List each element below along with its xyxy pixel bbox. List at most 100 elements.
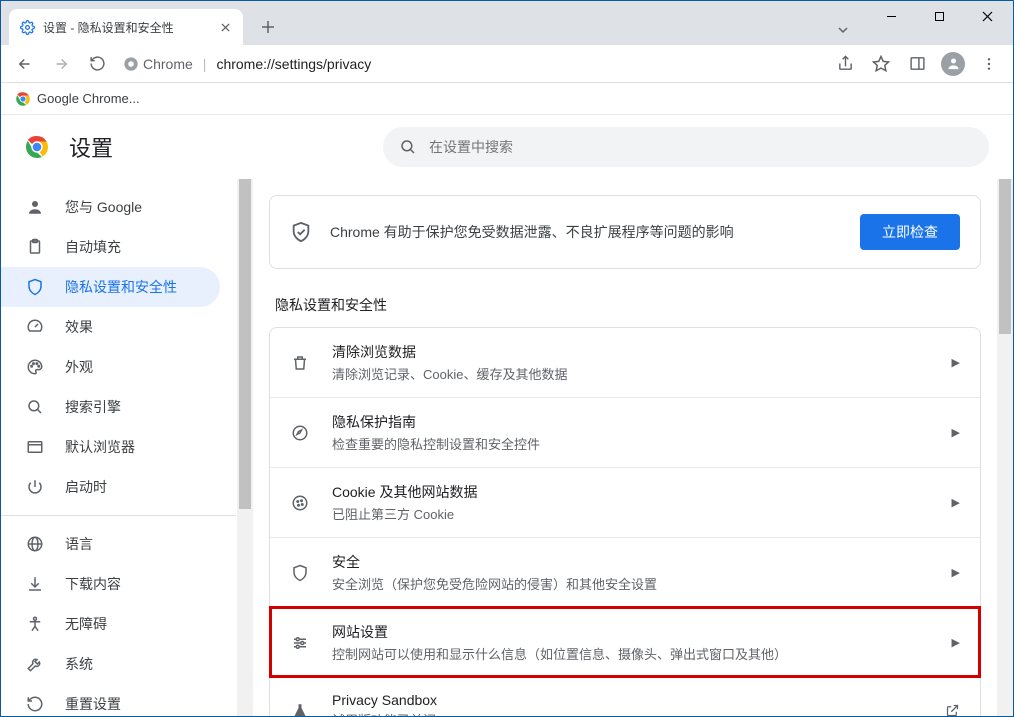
title-bar: 设置 - 隐私设置和安全性 (1, 1, 1013, 45)
window-controls (865, 1, 1013, 45)
shield-icon (25, 277, 45, 297)
forward-button[interactable] (47, 50, 75, 78)
new-tab-button[interactable] (253, 12, 283, 42)
sidebar-item-label: 语言 (65, 534, 93, 554)
window-maximize-button[interactable] (917, 1, 961, 31)
sidebar-item-search-engine[interactable]: 搜索引擎 (1, 387, 220, 427)
sidebar-item-label: 无障碍 (65, 614, 107, 634)
sidebar-item-accessibility[interactable]: 无障碍 (1, 604, 220, 644)
window-minimize-button[interactable] (869, 1, 913, 31)
sidebar-item-system[interactable]: 系统 (1, 644, 220, 684)
sidebar-item-label: 自动填充 (65, 237, 121, 257)
chrome-logo-icon (25, 135, 49, 159)
row-title: Privacy Sandbox (332, 692, 923, 708)
row-subtitle: 试用版功能已关闭 (332, 710, 923, 716)
row-subtitle: 控制网站可以使用和显示什么信息（如位置信息、摄像头、弹出式窗口及其他） (332, 644, 930, 663)
settings-header: 设置 (1, 115, 1013, 179)
addr-separator: | (203, 56, 207, 72)
sidebar-item-label: 系统 (65, 654, 93, 674)
tab-strip: 设置 - 隐私设置和安全性 (1, 1, 821, 45)
sidebar-item-privacy-security[interactable]: 隐私设置和安全性 (1, 267, 220, 307)
window-close-button[interactable] (965, 1, 1009, 31)
tab-close-icon[interactable] (217, 19, 233, 35)
shield-icon (290, 563, 310, 583)
browser-icon (25, 437, 45, 457)
menu-kebab-icon[interactable] (975, 50, 1003, 78)
palette-icon (25, 357, 45, 377)
search-icon (25, 397, 45, 417)
sidebar-item-autofill[interactable]: 自动填充 (1, 227, 220, 267)
sidebar-item-label: 隐私设置和安全性 (65, 277, 177, 297)
accessibility-icon (25, 614, 45, 634)
sidebar-item-performance[interactable]: 效果 (1, 307, 220, 347)
row-site-settings[interactable]: 网站设置控制网站可以使用和显示什么信息（如位置信息、摄像头、弹出式窗口及其他） … (270, 607, 980, 677)
row-subtitle: 安全浏览（保护您免受危险网站的侵害）和其他安全设置 (332, 574, 930, 593)
back-button[interactable] (11, 50, 39, 78)
sliders-icon (290, 633, 310, 653)
bookmarks-bar: Google Chrome... (1, 83, 1013, 115)
browser-tab[interactable]: 设置 - 隐私设置和安全性 (9, 9, 243, 45)
share-icon[interactable] (831, 50, 859, 78)
row-privacy-sandbox[interactable]: Privacy Sandbox 试用版功能已关闭 (270, 677, 980, 716)
sidebar-item-languages[interactable]: 语言 (1, 524, 220, 564)
row-subtitle: 已阻止第三方 Cookie (332, 504, 930, 523)
sidebar-item-label: 下载内容 (65, 574, 121, 594)
row-title: 安全 (332, 552, 930, 572)
bookmark-star-icon[interactable] (867, 50, 895, 78)
url-text: chrome://settings/privacy (216, 56, 371, 72)
cookie-icon (290, 493, 310, 513)
address-bar[interactable]: Chrome | chrome://settings/privacy (119, 56, 823, 72)
browser-toolbar: Chrome | chrome://settings/privacy (1, 45, 1013, 83)
scheme-label: Chrome (143, 56, 193, 72)
sidebar-item-reset[interactable]: 重置设置 (1, 684, 220, 716)
globe-icon (25, 534, 45, 554)
scrollbar-thumb[interactable] (999, 179, 1011, 334)
bookmark-item[interactable]: Google Chrome... (37, 91, 140, 106)
row-title: 网站设置 (332, 622, 930, 642)
settings-page: 设置 您与 Google 自动填充 隐私设置和安全性 效果 外观 搜索引擎 默认… (1, 115, 1013, 716)
row-title: 隐私保护指南 (332, 412, 930, 432)
row-subtitle: 检查重要的隐私控制设置和安全控件 (332, 434, 930, 453)
compass-icon (290, 423, 310, 443)
scrollbar-thumb[interactable] (239, 179, 251, 509)
wrench-icon (25, 654, 45, 674)
privacy-settings-list: 清除浏览数据清除浏览记录、Cookie、缓存及其他数据 ▶ 隐私保护指南检查重要… (269, 327, 981, 716)
flask-icon (290, 701, 310, 717)
tab-favicon-gear-icon (19, 19, 35, 35)
settings-search[interactable] (383, 127, 989, 167)
tab-overflow-icon[interactable] (821, 15, 865, 45)
search-icon (399, 138, 417, 156)
row-security[interactable]: 安全安全浏览（保护您免受危险网站的侵害）和其他安全设置 ▶ (270, 537, 980, 607)
settings-search-input[interactable] (429, 139, 973, 155)
sidebar-scrollbar[interactable] (237, 179, 253, 716)
sidebar-item-downloads[interactable]: 下载内容 (1, 564, 220, 604)
section-title-privacy: 隐私设置和安全性 (269, 287, 981, 327)
row-title: 清除浏览数据 (332, 342, 930, 362)
site-info-chrome-icon[interactable]: Chrome (123, 56, 193, 72)
row-privacy-guide[interactable]: 隐私保护指南检查重要的隐私控制设置和安全控件 ▶ (270, 397, 980, 467)
speedometer-icon (25, 317, 45, 337)
safety-check-button[interactable]: 立即检查 (860, 214, 960, 250)
external-link-icon (945, 703, 960, 716)
sidebar-item-default-browser[interactable]: 默认浏览器 (1, 427, 220, 467)
sidebar-item-label: 重置设置 (65, 694, 121, 714)
shield-check-icon (290, 221, 312, 243)
profile-avatar-icon[interactable] (939, 50, 967, 78)
settings-main: Chrome 有助于保护您免受数据泄露、不良扩展程序等问题的影响 立即检查 隐私… (253, 179, 1013, 716)
sidebar-divider (1, 515, 236, 516)
power-icon (25, 477, 45, 497)
sidebar-item-label: 启动时 (65, 477, 107, 497)
side-panel-icon[interactable] (903, 50, 931, 78)
row-cookies[interactable]: Cookie 及其他网站数据已阻止第三方 Cookie ▶ (270, 467, 980, 537)
row-subtitle: 清除浏览记录、Cookie、缓存及其他数据 (332, 364, 930, 383)
reload-button[interactable] (83, 50, 111, 78)
sidebar-item-you-and-google[interactable]: 您与 Google (1, 187, 220, 227)
sidebar-item-on-startup[interactable]: 启动时 (1, 467, 220, 507)
row-clear-browsing-data[interactable]: 清除浏览数据清除浏览记录、Cookie、缓存及其他数据 ▶ (270, 328, 980, 397)
tab-title: 设置 - 隐私设置和安全性 (43, 19, 174, 36)
sidebar-item-appearance[interactable]: 外观 (1, 347, 220, 387)
person-icon (25, 197, 45, 217)
main-scrollbar[interactable] (997, 179, 1013, 716)
bookmark-favicon-chrome-icon (15, 91, 31, 107)
page-title: 设置 (69, 131, 113, 163)
